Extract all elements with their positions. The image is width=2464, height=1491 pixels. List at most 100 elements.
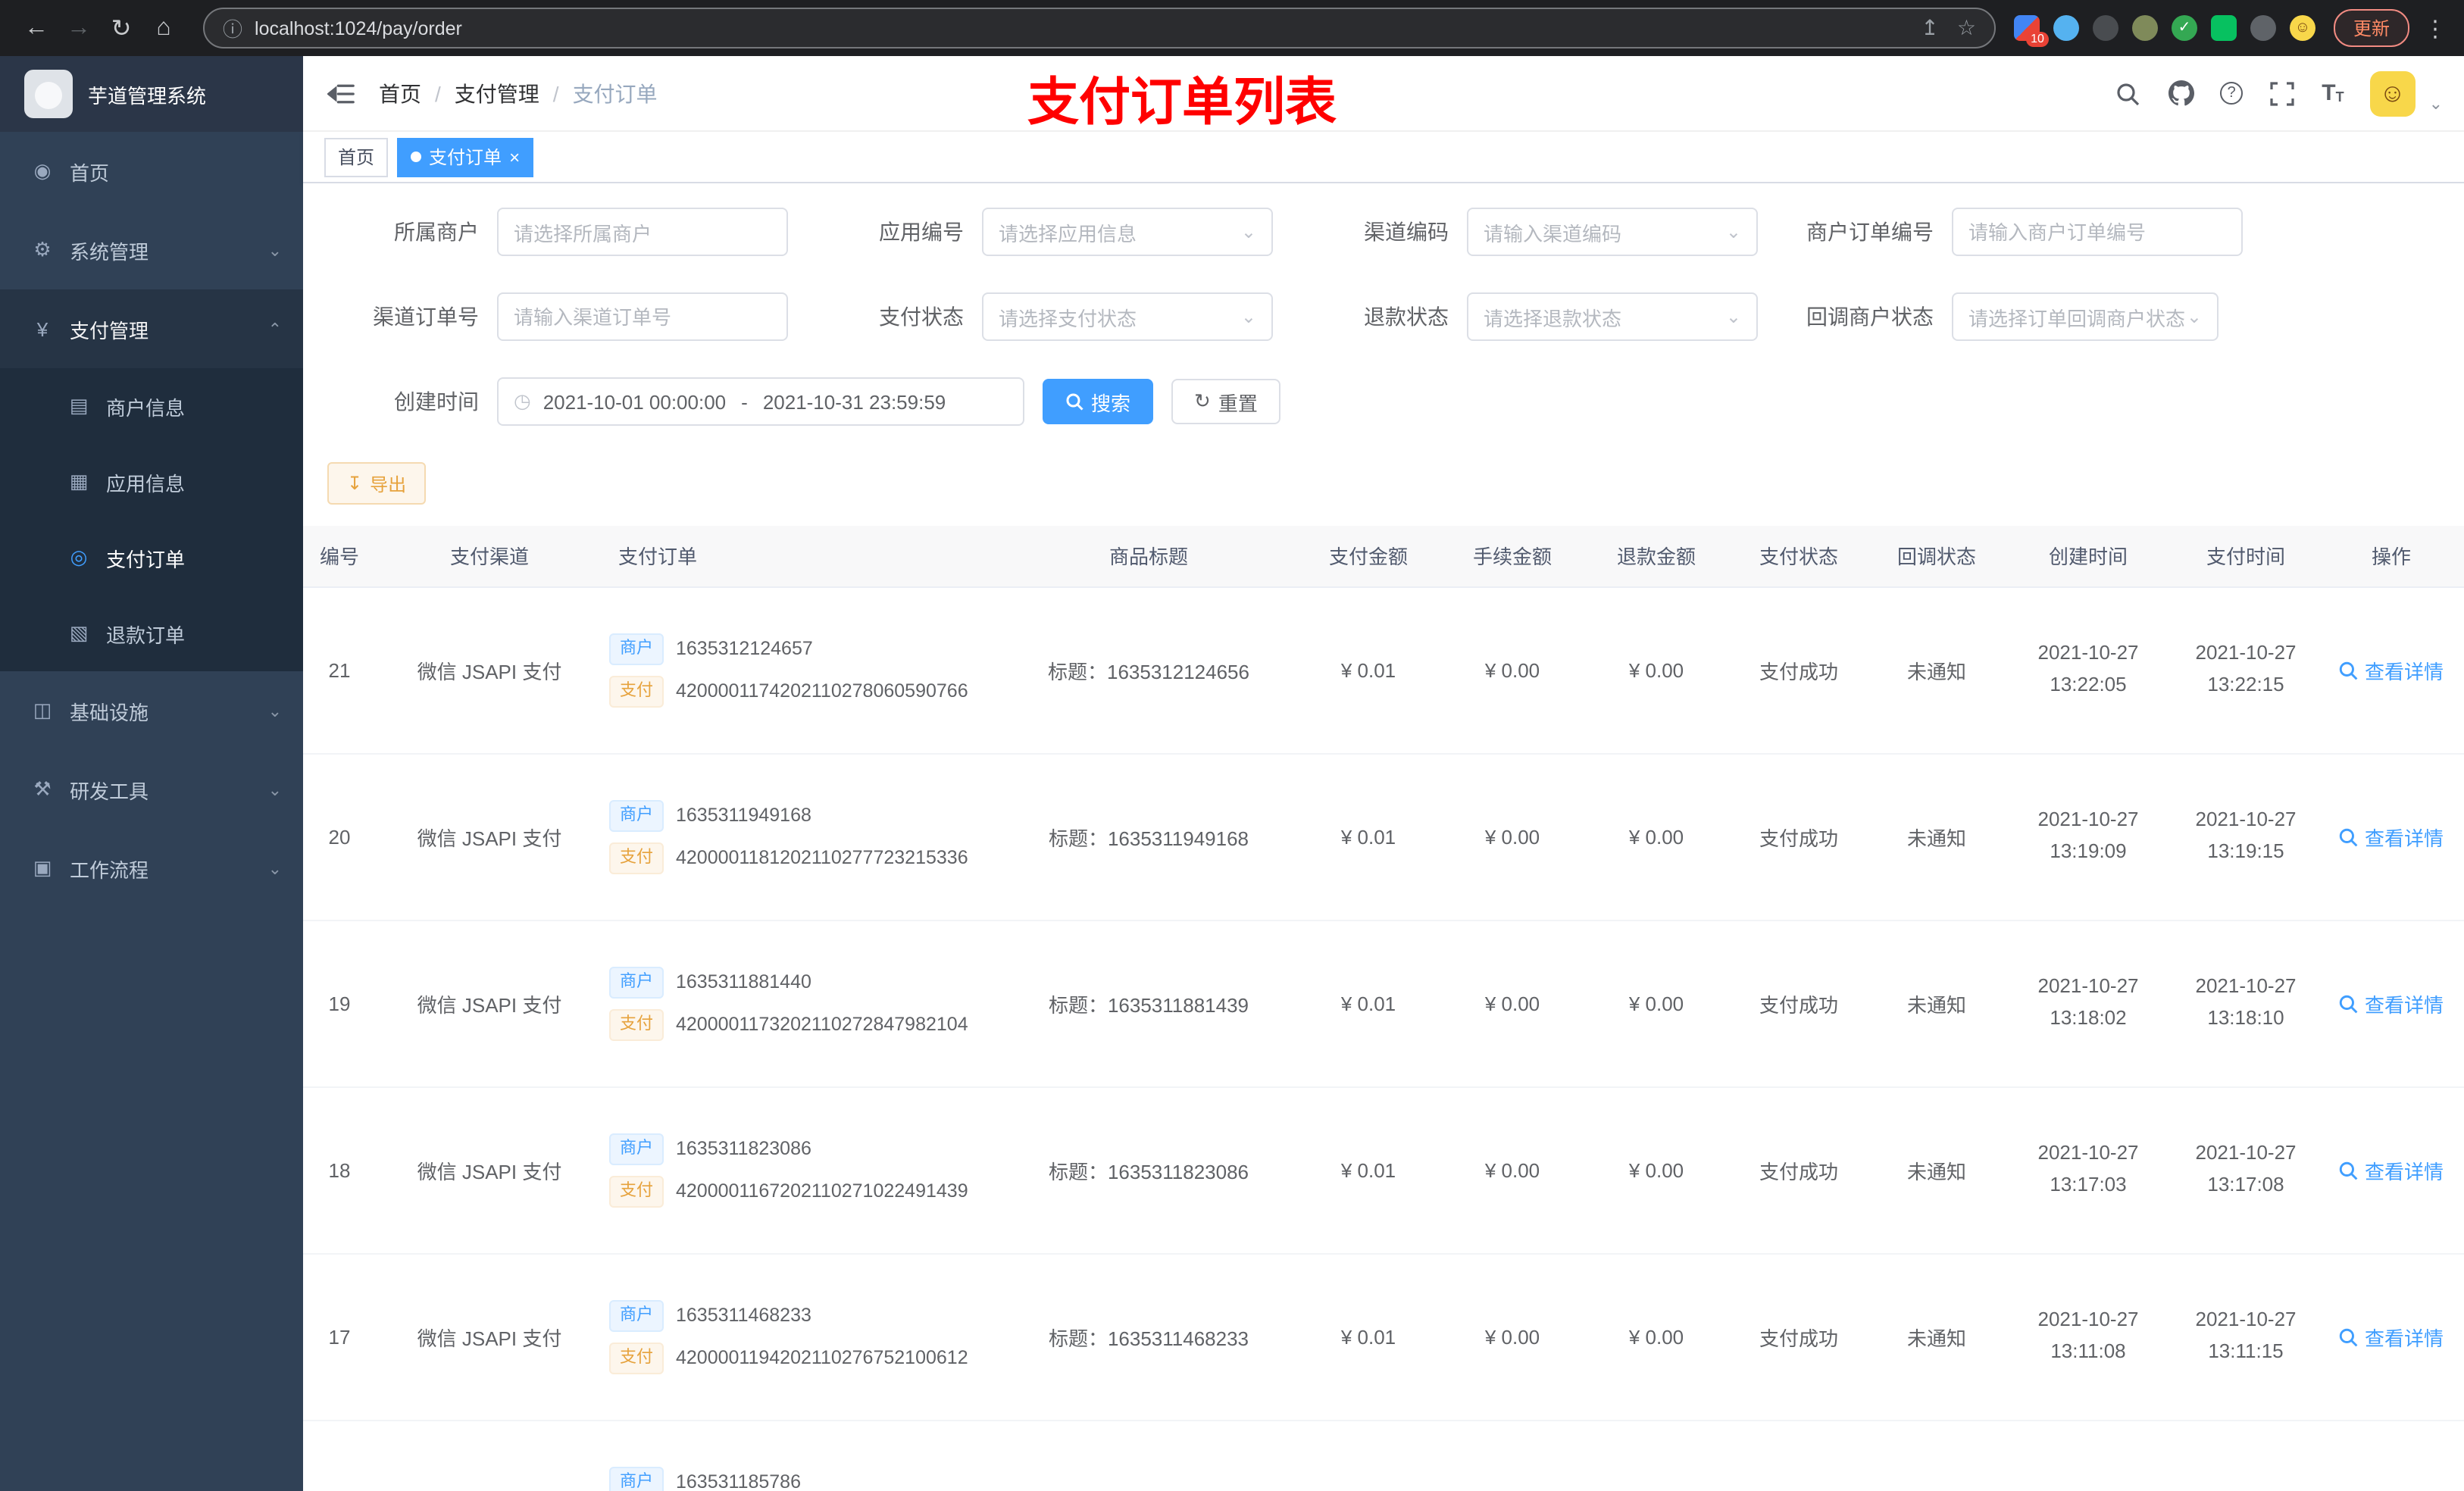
sidebar-item-merchant-info[interactable]: ▤ 商户信息 [0,368,303,444]
channel-order-no-input[interactable] [497,292,788,341]
sidebar-toggle-icon[interactable] [324,77,358,110]
export-button[interactable]: ↧ 导出 [327,462,427,505]
target-icon: ◎ [70,545,88,568]
view-detail-link[interactable]: 查看详情 [2339,1322,2444,1351]
merchant-order-no-input[interactable] [1952,208,2243,256]
view-detail-link[interactable]: 查看详情 [2339,822,2444,851]
top-navbar: 首页 / 支付管理 / 支付订单 支付订单列表 ? T T ☺ ⌄ [303,56,2464,132]
app-select[interactable]: 请选择应用信息 ⌄ [982,208,1273,256]
extension-icon[interactable] [2092,15,2118,41]
pay-amount: ¥ 0.01 [1297,1253,1440,1421]
grid-icon: ▦ [69,470,89,492]
actions-cell: 查看详情 [2319,920,2464,1087]
sidebar-item-infra[interactable]: ◫ 基础设施 ⌄ [0,671,303,750]
merchant-select[interactable]: 请选择所属商户 [497,208,788,256]
pin-icon[interactable] [2250,15,2276,41]
chrome-update-button[interactable]: 更新 [2333,9,2409,47]
search-button[interactable]: 搜索 [1043,379,1154,424]
extension-icon[interactable] [2053,15,2079,41]
order-id: 17 [303,1253,376,1421]
font-size-big: T [2322,80,2336,106]
breadcrumb-home[interactable]: 首页 [379,78,421,108]
avatar-caret-icon[interactable]: ⌄ [2429,93,2443,116]
sidebar-item-devtools[interactable]: ⚒ 研发工具 ⌄ [0,750,303,829]
sidebar-item-pay[interactable]: ¥ 支付管理 ⌃ [0,289,303,368]
browser-menu-icon[interactable]: ⋮ [2422,14,2449,42]
view-detail-link[interactable]: 查看详情 [2339,989,2444,1017]
sidebar-item-label: 支付订单 [106,548,186,570]
sidebar-logo[interactable]: 芋道管理系统 [0,56,303,132]
sidebar-item-workflow[interactable]: ▣ 工作流程 ⌄ [0,829,303,908]
refund-status-select[interactable]: 请选择退款状态 ⌄ [1467,292,1758,341]
profile-avatar-icon[interactable]: ☺ [2289,15,2315,41]
search-icon[interactable] [2114,80,2141,107]
tag-home[interactable]: 首页 [324,137,389,177]
view-detail-label: 查看详情 [2364,1160,2444,1183]
sidebar-item-app-info[interactable]: ▦ 应用信息 [0,444,303,520]
breadcrumb-separator: / [435,81,441,105]
export-button-label: 导出 [370,474,407,495]
browser-reload-button[interactable]: ↻ [100,7,142,49]
pay-status: 支付成功 [1728,920,1870,1087]
site-info-icon[interactable]: ⓘ [223,14,242,42]
create-clock: 13:17:03 [2050,1173,2127,1196]
create-date: 2021-10-27 [2037,1141,2139,1164]
merchant-tag: 商户 [609,1299,664,1331]
check-icon: ✓ [2178,20,2191,36]
bookmark-star-icon[interactable]: ☆ [1957,15,1976,41]
col-id: 编号 [303,526,376,587]
fee-amount: ¥ 0.00 [1440,920,1585,1087]
extension-icon[interactable] [2210,15,2237,41]
browser-forward-button[interactable]: → [58,7,100,49]
tag-label: 首页 [338,147,375,168]
table-row: 19 微信 JSAPI 支付 商户 1635311881440 支付 42000… [303,920,2464,1087]
github-icon[interactable] [2167,80,2194,107]
user-avatar[interactable]: ☺ [2369,70,2416,116]
pay-order-cell: 商户 163531185786 支付 [603,1420,1000,1491]
title-prefix: 标题： [1048,1160,1108,1183]
title-value: 1635311881439 [1107,993,1249,1016]
browser-back-button[interactable]: ← [15,7,58,49]
sidebar-item-refund-order[interactable]: ▧ 退款订单 [0,595,303,671]
sidebar-item-home[interactable]: ◉ 首页 [0,132,303,211]
view-detail-link[interactable]: 查看详情 [2339,1155,2444,1184]
help-icon[interactable]: ? [2220,82,2244,105]
font-size-small: T [2335,89,2344,105]
breadcrumb-pay[interactable]: 支付管理 [455,78,539,108]
pay-tag: 支付 [609,842,664,874]
view-detail-link[interactable]: 查看详情 [2339,655,2444,684]
pay-status-select[interactable]: 请选择支付状态 ⌄ [982,292,1273,341]
extension-icon[interactable]: 10 [2013,15,2049,47]
chevron-down-icon: ⌄ [267,242,282,260]
actions-cell: 查看详情 [2319,1086,2464,1254]
create-time-range-picker[interactable]: ◷ 2021-10-01 00:00:00 - 2021-10-31 23:59… [497,377,1024,426]
browser-home-button[interactable]: ⌂ [142,7,185,49]
table-row: 商户 163531185786 支付 标题： [303,1420,2464,1491]
product-title: 标题：1635311468233 [1000,1253,1297,1421]
col-channel: 支付渠道 [376,526,603,587]
pay-clock: 13:17:08 [2207,1173,2284,1196]
create-date: 2021-10-27 [2037,641,2139,664]
font-size-icon[interactable]: TT [2322,82,2344,105]
tag-pay-order[interactable]: 支付订单 × [397,137,534,177]
share-icon[interactable]: ↥ [1921,15,1938,41]
merchant-order-no: 1635311823086 [676,1138,811,1159]
col-status: 支付状态 [1728,526,1870,587]
address-bar[interactable]: ⓘ localhost:1024/pay/order ↥ ☆ [203,8,1996,48]
card-icon: ▤ [69,394,89,417]
refund-amount: ¥ 0.00 [1585,753,1728,921]
close-icon[interactable]: × [509,146,520,167]
refund-amount: ¥ 0.00 [1585,1253,1728,1421]
extension-icon[interactable]: ✓ [2171,15,2197,41]
channel-code-select[interactable]: 请输入渠道编码 ⌄ [1467,208,1758,256]
fullscreen-icon[interactable] [2269,80,2296,107]
pay-date: 2021-10-27 [2195,641,2297,664]
channel-order-no: 4200001194202110276752100612 [676,1347,968,1368]
notify-status-select[interactable]: 请选择订单回调商户状态 ⌄ [1952,292,2219,341]
sidebar-item-system[interactable]: ⚙ 系统管理 ⌄ [0,211,303,289]
sidebar-item-pay-order[interactable]: ◎ 支付订单 [0,520,303,595]
notify-status: 未通知 [1870,1253,2003,1421]
extension-icon[interactable] [2131,15,2158,41]
reset-button[interactable]: ↻ 重置 [1171,379,1280,424]
dashboard-icon: ◉ [33,159,52,182]
